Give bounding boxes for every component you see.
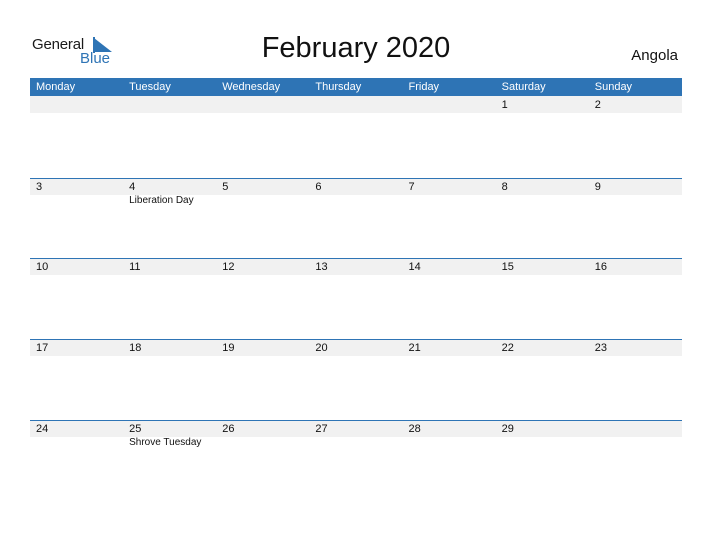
- day-cell: [589, 420, 682, 501]
- holiday-label: Shrove Tuesday: [129, 437, 202, 448]
- day-number: 2: [594, 99, 601, 111]
- day-number: 26: [222, 423, 235, 435]
- day-cell: 25 Shrove Tuesday: [123, 420, 216, 501]
- day-number: 10: [36, 261, 49, 273]
- day-cell: [309, 96, 402, 177]
- day-number: 22: [501, 342, 514, 354]
- day-cell: 1: [496, 96, 589, 177]
- day-cell: 12: [216, 258, 309, 339]
- holiday-label: Liberation Day: [129, 195, 194, 206]
- day-number: 3: [36, 181, 43, 193]
- day-number: 6: [315, 181, 322, 193]
- day-cell: 27: [309, 420, 402, 501]
- day-number: 23: [594, 342, 607, 354]
- day-number: 13: [315, 261, 328, 273]
- day-number: 4: [129, 181, 136, 193]
- day-number: 9: [594, 181, 601, 193]
- country-label: Angola: [631, 47, 678, 64]
- day-cell: 23: [589, 339, 682, 420]
- week-row: 10 11 12 13 14 15 16: [30, 258, 682, 339]
- day-cell: 18: [123, 339, 216, 420]
- day-number: 11: [129, 261, 141, 273]
- day-number: 7: [408, 181, 415, 193]
- day-cell: 10: [30, 258, 123, 339]
- day-cell: [403, 96, 496, 177]
- day-number: 14: [408, 261, 421, 273]
- day-number: 29: [501, 423, 514, 435]
- day-cell: 20: [309, 339, 402, 420]
- weekday-monday: Monday: [36, 81, 76, 93]
- day-cell: 29: [496, 420, 589, 501]
- calendar-title: February 2020: [261, 32, 451, 64]
- day-cell: 2: [589, 96, 682, 177]
- week-row: 17 18 19 20 21 22 23: [30, 339, 682, 420]
- day-cell: 13: [309, 258, 402, 339]
- weekday-friday: Friday: [408, 81, 440, 93]
- day-number: 17: [36, 342, 49, 354]
- day-cell: [30, 96, 123, 177]
- day-cell: 9: [589, 178, 682, 259]
- weekday-saturday: Saturday: [501, 81, 546, 93]
- day-cell: 11: [123, 258, 216, 339]
- weekday-sunday: Sunday: [594, 81, 633, 93]
- day-cell: 21: [403, 339, 496, 420]
- day-number: 18: [129, 342, 142, 354]
- day-number: 21: [408, 342, 421, 354]
- day-number: 12: [222, 261, 235, 273]
- weekday-thursday: Thursday: [315, 81, 362, 93]
- day-cell: 15: [496, 258, 589, 339]
- day-cell: 22: [496, 339, 589, 420]
- day-cell: 19: [216, 339, 309, 420]
- day-cell: 26: [216, 420, 309, 501]
- day-cell: 5: [216, 178, 309, 259]
- week-row: 3 4 Liberation Day 5 6 7 8 9: [30, 178, 682, 259]
- day-number: 19: [222, 342, 235, 354]
- weekday-tuesday: Tuesday: [129, 81, 171, 93]
- week-row: 12: [30, 96, 682, 177]
- day-cell: 7: [403, 178, 496, 259]
- weekday-header: Monday Tuesday Wednesday Thursday Friday…: [30, 78, 682, 96]
- day-number: 27: [315, 423, 328, 435]
- day-cell: 8: [496, 178, 589, 259]
- day-cell: 6: [309, 178, 402, 259]
- day-cell: 14: [403, 258, 496, 339]
- day-cell: [216, 96, 309, 177]
- day-number: 24: [36, 423, 49, 435]
- day-cell: 16: [589, 258, 682, 339]
- day-cell: 4 Liberation Day: [123, 178, 216, 259]
- day-cell: 3: [30, 178, 123, 259]
- day-number: 25: [129, 423, 142, 435]
- day-number: 15: [501, 261, 514, 273]
- day-number: 16: [594, 261, 607, 273]
- day-cell: 28: [403, 420, 496, 501]
- day-number: 20: [315, 342, 328, 354]
- weekday-wednesday: Wednesday: [222, 81, 281, 93]
- day-number: 1: [501, 99, 508, 111]
- day-cell: 17: [30, 339, 123, 420]
- day-number: 8: [501, 181, 508, 193]
- week-row: 24 25 Shrove Tuesday 26 27 28 29: [30, 420, 682, 501]
- day-cell: [123, 96, 216, 177]
- day-number: 28: [408, 423, 421, 435]
- day-number: 5: [222, 181, 229, 193]
- day-cell: 24: [30, 420, 123, 501]
